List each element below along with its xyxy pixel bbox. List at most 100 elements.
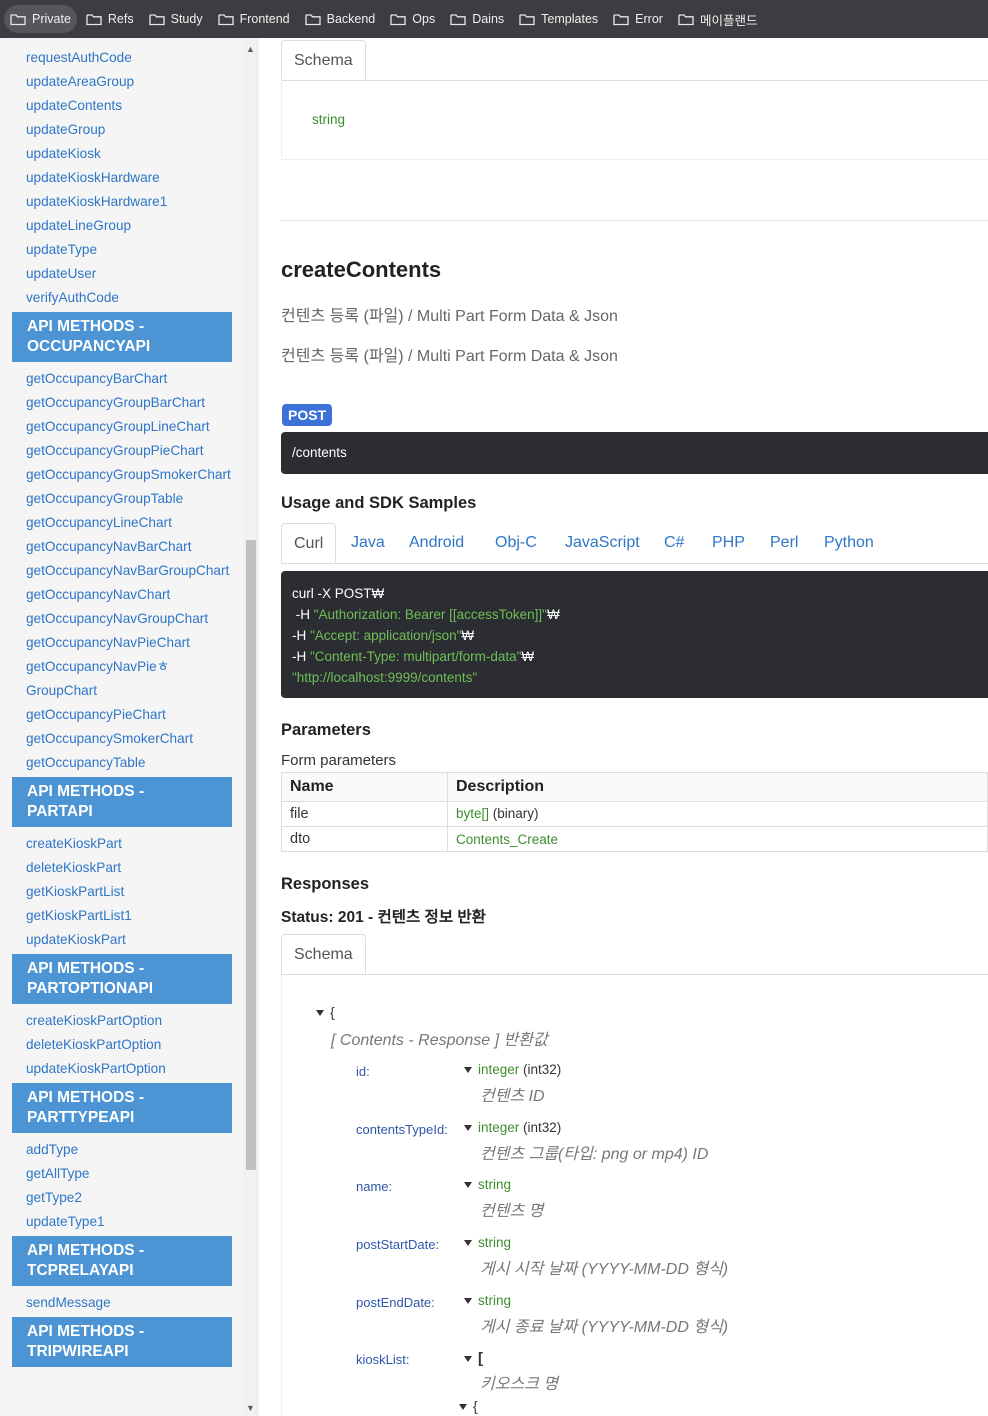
sdk-tab[interactable]: C#	[664, 523, 684, 563]
scroll-down-icon[interactable]: ▼	[246, 1403, 255, 1413]
param-description[interactable]: Contents_Create	[447, 826, 988, 852]
sidebar-link[interactable]: getKioskPartList	[26, 882, 124, 902]
param-name: dto	[281, 826, 448, 852]
sdk-tab[interactable]: Java	[351, 523, 385, 563]
sidebar-link[interactable]: sendMessage	[26, 1293, 111, 1313]
expand-triangle-icon[interactable]	[459, 1404, 467, 1411]
divider	[281, 220, 988, 221]
schema-property-type[interactable]: [	[464, 1350, 483, 1367]
bookmark-label: Ops	[412, 12, 436, 26]
sidebar-link[interactable]: updateKioskPart	[26, 930, 126, 950]
sidebar-link[interactable]: getOccupancyNavChart	[26, 585, 170, 605]
code-line: curl -X POST₩	[292, 586, 385, 601]
sdk-tabs: Curl Java Android Obj-C JavaScript C# PHP Perl P…	[281, 523, 988, 564]
sidebar-link[interactable]: getOccupancyPieChart	[26, 705, 166, 725]
sidebar-link[interactable]: updateGroup	[26, 120, 105, 140]
bookmark-label: Frontend	[239, 12, 290, 26]
expand-triangle-icon[interactable]	[464, 1125, 472, 1132]
sidebar-link[interactable]: getOccupancyGroupLineChart	[26, 417, 210, 437]
sidebar-link[interactable]: getOccupancyNavGroupChart	[26, 609, 208, 629]
sdk-tab[interactable]: JavaScript	[565, 523, 640, 563]
schema-property-type[interactable]: string	[464, 1235, 511, 1250]
code-line: -H "Accept: application/json"₩	[292, 628, 475, 643]
sidebar-link[interactable]: getOccupancyNavBarGroupChart	[26, 561, 229, 581]
tab-schema[interactable]: Schema	[281, 40, 366, 80]
expand-triangle-icon[interactable]	[464, 1356, 472, 1363]
scroll-up-icon[interactable]: ▲	[246, 44, 255, 54]
schema-property-description: 게시 시작 날짜 (YYYY-MM-DD 형식)	[480, 1261, 729, 1278]
sidebar-link[interactable]: createKioskPart	[26, 834, 122, 854]
schema-property-description: 컨텐츠 그룹(타입: png or mp4) ID	[480, 1146, 709, 1163]
sidebar-link[interactable]: getOccupancyNavPieㅎ	[26, 657, 169, 677]
sidebar-link[interactable]: getKioskPartList1	[26, 906, 132, 926]
sidebar-link[interactable]: updateKioskPartOption	[26, 1059, 166, 1079]
sidebar-link[interactable]: createKioskPartOption	[26, 1011, 162, 1031]
sidebar-link[interactable]: deleteKioskPartOption	[26, 1035, 161, 1055]
sidebar-link[interactable]: getAllType	[26, 1164, 89, 1184]
expand-triangle-icon[interactable]	[464, 1182, 472, 1189]
sdk-tab[interactable]: PHP	[712, 523, 745, 563]
sidebar-link[interactable]: updateKioskHardware1	[26, 192, 167, 212]
sdk-tab[interactable]: Python	[824, 523, 874, 563]
schema-type: string	[312, 112, 346, 127]
bookmark-folder[interactable]: Frontend	[212, 5, 296, 33]
expand-triangle-icon[interactable]	[464, 1067, 472, 1074]
sidebar-link[interactable]: updateContents	[26, 96, 122, 116]
expand-triangle-icon[interactable]	[316, 1010, 324, 1017]
sidebar-link[interactable]: getOccupancySmokerChart	[26, 729, 193, 749]
sidebar-link[interactable]: getOccupancyLineChart	[26, 513, 172, 533]
top-schema-panel: string	[281, 80, 988, 160]
sidebar-link[interactable]: requestAuthCode	[26, 48, 132, 68]
code-line: -H "Authorization: Bearer [[accessToken]…	[292, 607, 560, 622]
sidebar-link[interactable]: updateAreaGroup	[26, 72, 134, 92]
schema-property-type[interactable]: integer (int32)	[464, 1120, 561, 1135]
sidebar-link[interactable]: getOccupancyNavBarChart	[26, 537, 191, 557]
bookmark-folder[interactable]: Refs	[80, 5, 140, 33]
bookmark-folder[interactable]: Study	[143, 5, 209, 33]
folder-icon	[148, 13, 165, 25]
schema-property-type[interactable]: integer (int32)	[464, 1062, 561, 1077]
schema-property-type[interactable]: string	[464, 1177, 511, 1192]
sidebar-link[interactable]: getOccupancyBarChart	[26, 369, 167, 389]
sidebar-link[interactable]: updateKioskHardware	[26, 168, 160, 188]
sidebar-link[interactable]: verifyAuthCode	[26, 288, 119, 308]
schema-property-description: 컨텐츠 ID	[480, 1088, 545, 1105]
sidebar-link[interactable]: getOccupancyGroupBarChart	[26, 393, 205, 413]
expand-triangle-icon[interactable]	[464, 1240, 472, 1247]
sidebar-link[interactable]: getOccupancyGroupPieChart	[26, 441, 204, 461]
bookmark-folder[interactable]: Dains	[444, 5, 510, 33]
sdk-tab[interactable]: Android	[409, 523, 464, 563]
bookmark-folder[interactable]: Private	[4, 5, 77, 33]
sidebar-link[interactable]: getOccupancyTable	[26, 753, 145, 773]
schema-root[interactable]: {	[316, 1004, 335, 1020]
sdk-tab[interactable]: Perl	[770, 523, 798, 563]
sidebar-link[interactable]: getOccupancyNavPieChart	[26, 633, 190, 653]
schema-property-type[interactable]: string	[464, 1293, 511, 1308]
sidebar-link[interactable]: addType	[26, 1140, 78, 1160]
sidebar-link[interactable]: GroupChart	[26, 681, 97, 701]
sdk-tab[interactable]: Curl	[281, 523, 337, 563]
sidebar-link[interactable]: updateKiosk	[26, 144, 101, 164]
bookmark-folder[interactable]: Ops	[384, 5, 441, 33]
sidebar-link[interactable]: updateLineGroup	[26, 216, 131, 236]
bookmark-folder[interactable]: Templates	[513, 5, 604, 33]
sidebar-link[interactable]: updateType1	[26, 1212, 105, 1232]
table-row: file byte[] (binary)	[281, 801, 988, 827]
sidebar-link[interactable]: deleteKioskPart	[26, 858, 121, 878]
sidebar-link[interactable]: getOccupancyGroupSmokerChart	[26, 465, 231, 485]
bookmark-folder[interactable]: Error	[607, 5, 669, 33]
tab-schema[interactable]: Schema	[281, 934, 366, 974]
bookmark-label: Private	[32, 12, 71, 26]
bookmark-folder[interactable]: 메이플랜드	[672, 5, 764, 33]
schema-nested-object[interactable]: {	[459, 1398, 478, 1414]
scrollbar-thumb[interactable]	[246, 540, 256, 1170]
sidebar-link[interactable]: getType2	[26, 1188, 82, 1208]
sidebar-link[interactable]: updateUser	[26, 264, 96, 284]
sidebar-group-header: API METHODS - OCCUPANCYAPI	[12, 312, 232, 362]
bookmark-folder[interactable]: Backend	[299, 5, 382, 33]
sidebar-link[interactable]: getOccupancyGroupTable	[26, 489, 183, 509]
expand-triangle-icon[interactable]	[464, 1298, 472, 1305]
sidebar-link[interactable]: updateType	[26, 240, 97, 260]
sidebar-scrollbar[interactable]: ▲ ▼	[243, 38, 259, 1416]
sdk-tab[interactable]: Obj-C	[495, 523, 537, 563]
